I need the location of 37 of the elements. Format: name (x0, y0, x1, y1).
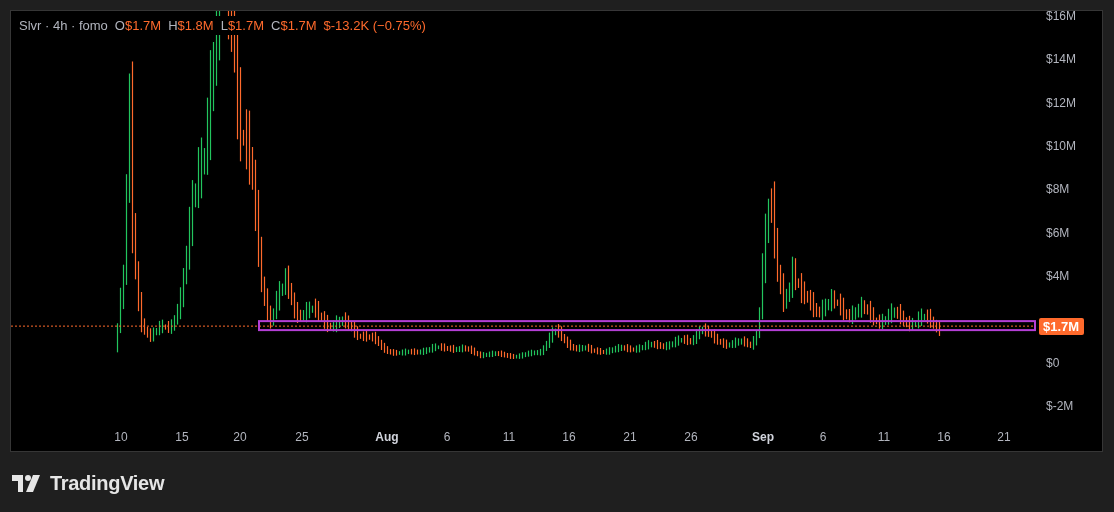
price-axis-label: $4M (1046, 269, 1070, 284)
time-axis-label: 11 (877, 430, 891, 444)
price-axis-label: $0 (1046, 356, 1060, 370)
ohlc-value: $1.7M (125, 18, 162, 33)
ohlc-key: H (168, 18, 178, 33)
time-axis-label: 21 (623, 430, 637, 444)
time-axis-label: 16 (937, 430, 951, 444)
ohlc-value: $1.7M (280, 18, 317, 33)
time-axis-label: 11 (502, 430, 516, 444)
time-axis-label: Sep (752, 430, 774, 444)
change-value: $-13.2K (−0.75%) (323, 18, 426, 33)
symbol-label: Slvr · 4h · fomo (19, 18, 108, 33)
price-axis-label: $16M (1046, 11, 1077, 23)
time-axis-label: 6 (443, 430, 451, 444)
ohlc-value: $1.7M (227, 18, 265, 33)
brand-name[interactable]: TradingView (50, 472, 165, 495)
price-axis-label: $6M (1046, 225, 1070, 240)
ohlc-key: L (220, 18, 228, 33)
ohlc-value: $1.8M (177, 18, 214, 33)
price-axis-label: $14M (1046, 52, 1077, 67)
price-axis-label: $10M (1046, 139, 1077, 153)
logo-icon (12, 475, 42, 492)
time-axis-label: 25 (295, 430, 309, 444)
ohlc-key: C (271, 18, 281, 33)
last-price-tag: $1.7M (1039, 318, 1084, 336)
time-axis-label: 21 (997, 430, 1011, 444)
time-axis-label: 15 (175, 430, 189, 444)
time-axis-label: 26 (684, 430, 698, 444)
time-axis-label: Aug (375, 430, 399, 444)
price-axis-label: $12M (1046, 95, 1077, 110)
time-axis-label: 6 (819, 430, 827, 444)
time-axis-label: 10 (114, 430, 128, 444)
time-axis-label: 20 (233, 430, 247, 444)
price-axis-label: $8M (1046, 182, 1070, 197)
time-axis-label: 16 (562, 430, 576, 444)
ohlc-key: O (114, 18, 125, 33)
price-axis-label: $-2M (1046, 399, 1074, 414)
